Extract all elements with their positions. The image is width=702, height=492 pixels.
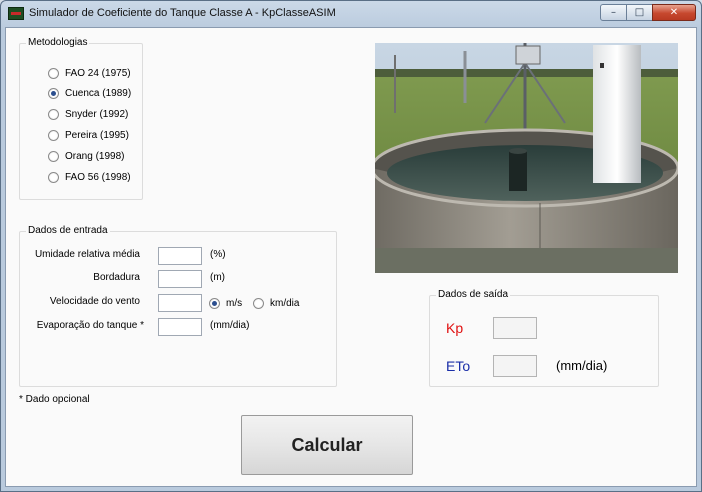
window-controls: – □ ✕ xyxy=(600,4,696,22)
radio-label: m/s xyxy=(226,297,243,309)
kp-output xyxy=(493,317,537,339)
radio-button[interactable] xyxy=(48,108,59,120)
radio-label: km/dia xyxy=(270,297,300,309)
client-area: Metodologias FAO 24 (1975) Cuenca (1989)… xyxy=(5,27,697,487)
dados-entrada-title: Dados de entrada xyxy=(26,225,110,236)
radio-button[interactable] xyxy=(48,171,59,183)
eto-output xyxy=(493,355,537,377)
dados-saida-group: Dados de saída Kp ETo (mm/dia) xyxy=(429,289,659,387)
radio-option-orang[interactable]: Orang (1998) xyxy=(48,149,124,163)
title-bar[interactable]: Simulador de Coeficiente do Tanque Class… xyxy=(1,1,701,27)
kp-label: Kp xyxy=(446,320,464,336)
radio-label: Orang (1998) xyxy=(65,150,125,162)
evaporacao-input[interactable] xyxy=(158,318,202,336)
umidade-input[interactable] xyxy=(158,247,202,265)
app-window: Simulador de Coeficiente do Tanque Class… xyxy=(0,0,702,492)
bordadura-label: Bordadura xyxy=(93,272,140,283)
radio-button-selected[interactable] xyxy=(48,87,59,99)
evaporacao-label: Evaporação do tanque * xyxy=(36,320,144,331)
radio-button[interactable] xyxy=(253,297,264,309)
minimize-button[interactable]: – xyxy=(600,4,627,21)
metodologias-title: Metodologias xyxy=(26,37,90,48)
radio-label: FAO 56 (1998) xyxy=(65,171,131,183)
radio-option-cuenca[interactable]: Cuenca (1989) xyxy=(48,86,131,100)
radio-label: FAO 24 (1975) xyxy=(65,67,131,79)
umidade-unit: (%) xyxy=(210,249,226,260)
umidade-label: Umidade relativa média xyxy=(34,249,140,260)
evaporation-pan-image xyxy=(375,43,678,273)
radio-option-pereira[interactable]: Pereira (1995) xyxy=(48,128,129,142)
radio-button[interactable] xyxy=(48,150,59,162)
radio-button[interactable] xyxy=(48,67,59,79)
class-a-pan-photo xyxy=(375,43,678,273)
calcular-button[interactable]: Calcular xyxy=(241,415,413,475)
radio-option-fao24[interactable]: FAO 24 (1975) xyxy=(48,66,131,80)
radio-label: Cuenca (1989) xyxy=(65,87,132,99)
radio-label: Pereira (1995) xyxy=(65,129,129,141)
radio-option-snyder[interactable]: Snyder (1992) xyxy=(48,107,128,121)
maximize-button[interactable]: □ xyxy=(626,4,653,21)
velocidade-label: Velocidade do vento xyxy=(49,296,140,307)
metodologias-group: Metodologias FAO 24 (1975) Cuenca (1989)… xyxy=(19,37,143,200)
wind-unit-kmdia[interactable]: km/dia xyxy=(253,296,299,310)
eto-unit: (mm/dia) xyxy=(556,358,608,373)
dados-entrada-group: Dados de entrada Umidade relativa média … xyxy=(19,225,337,387)
bordadura-input[interactable] xyxy=(158,270,202,288)
radio-label: Snyder (1992) xyxy=(65,108,129,120)
eto-label: ETo xyxy=(446,358,471,374)
close-button[interactable]: ✕ xyxy=(652,4,696,21)
radio-button-selected[interactable] xyxy=(209,297,220,309)
dados-saida-title: Dados de saída xyxy=(436,289,511,300)
radio-option-fao56[interactable]: FAO 56 (1998) xyxy=(48,170,131,184)
app-icon xyxy=(8,7,24,20)
bordadura-unit: (m) xyxy=(210,272,225,283)
velocidade-input[interactable] xyxy=(158,294,202,312)
optional-footnote: * Dado opcional xyxy=(19,394,90,405)
evaporacao-unit: (mm/dia) xyxy=(210,320,250,331)
window-title: Simulador de Coeficiente do Tanque Class… xyxy=(29,7,336,19)
radio-button[interactable] xyxy=(48,129,59,141)
wind-unit-ms[interactable]: m/s xyxy=(209,296,242,310)
